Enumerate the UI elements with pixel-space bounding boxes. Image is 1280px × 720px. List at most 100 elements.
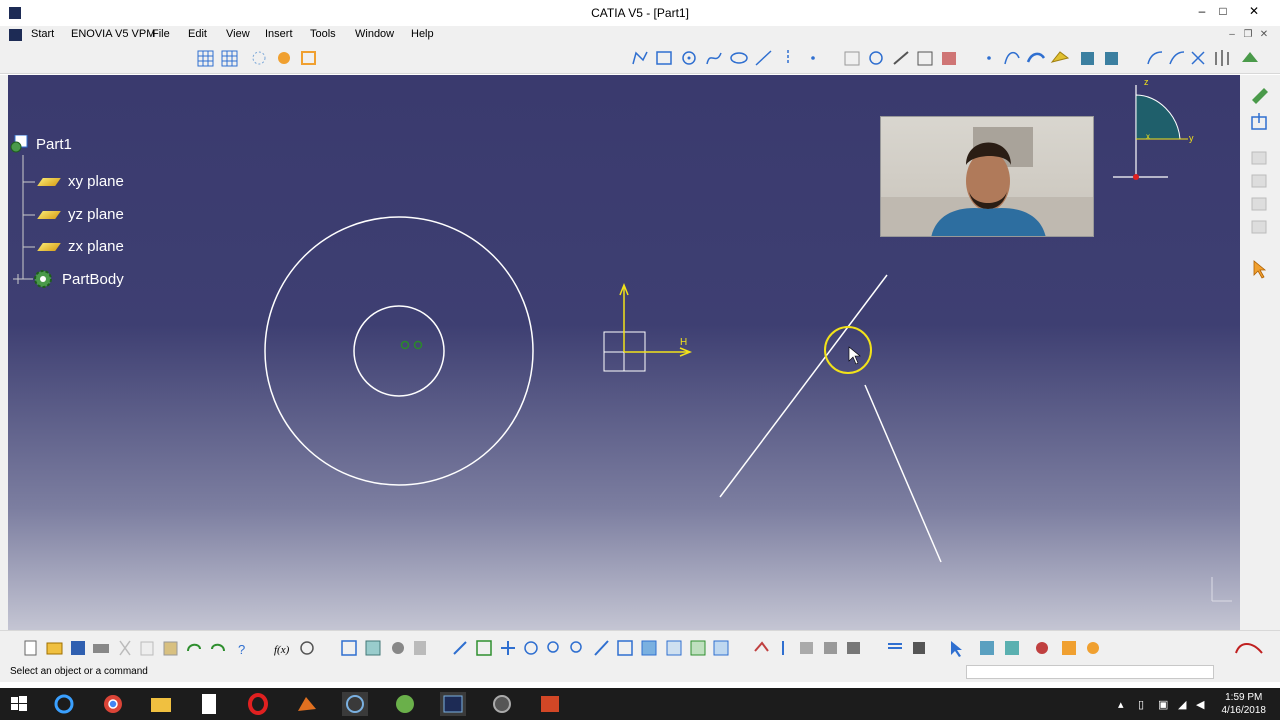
mdi-minimize-icon[interactable]: –	[1225, 29, 1239, 41]
fly-mode-icon[interactable]	[453, 641, 467, 655]
pad-icon[interactable]	[800, 642, 813, 654]
compass-icon[interactable]	[1113, 85, 1188, 180]
cut-plane-icon[interactable]	[365, 640, 381, 656]
media-player-icon[interactable]	[342, 692, 368, 716]
rotate-icon[interactable]	[524, 641, 538, 655]
sketcher-icon[interactable]	[1252, 88, 1268, 104]
mirror-icon[interactable]	[917, 51, 933, 66]
hole-icon[interactable]	[888, 643, 902, 649]
menu-file[interactable]: File	[152, 28, 170, 40]
redo-icon[interactable]	[211, 643, 225, 652]
normal-view-icon[interactable]	[594, 640, 609, 656]
opera-icon[interactable]	[245, 692, 271, 716]
spline-icon[interactable]	[706, 52, 722, 65]
circle-icon[interactable]	[682, 51, 696, 65]
constraint-icon[interactable]	[754, 641, 769, 652]
shading-icon[interactable]	[666, 640, 682, 656]
tool-icon-5[interactable]	[1251, 197, 1267, 211]
boundary-icon[interactable]	[1081, 52, 1094, 65]
corner-3d-icon[interactable]	[1147, 51, 1163, 65]
formula-icon[interactable]: f(x)	[274, 644, 290, 656]
utorrent-icon[interactable]	[392, 692, 418, 716]
connect-curve-icon[interactable]	[1169, 51, 1185, 65]
shape-icon[interactable]	[1005, 641, 1019, 655]
measure-icon[interactable]	[392, 642, 404, 654]
new-file-icon[interactable]	[24, 640, 37, 656]
camera-app-icon[interactable]	[489, 692, 515, 716]
tool-icon-3[interactable]	[1251, 151, 1267, 165]
powerpoint-icon[interactable]	[537, 692, 563, 716]
surface-icon[interactable]	[1026, 52, 1046, 63]
analysis-icon[interactable]	[414, 641, 426, 655]
symmetry-icon[interactable]	[1215, 50, 1229, 66]
print-icon[interactable]	[93, 644, 109, 653]
tray-security-icon[interactable]: ▣	[1158, 698, 1168, 711]
menu-view[interactable]: View	[226, 28, 250, 40]
tool-icon-6[interactable]	[1251, 220, 1267, 234]
menu-window[interactable]: Window	[355, 28, 394, 40]
swap-visible-icon[interactable]	[713, 640, 729, 656]
project-3d-icon[interactable]	[869, 51, 883, 65]
point-icon[interactable]	[811, 56, 815, 60]
profile-line-1[interactable]	[719, 274, 888, 498]
tray-volume-icon[interactable]: ◀	[1196, 698, 1204, 711]
material-icon[interactable]	[1036, 642, 1048, 654]
iso-view-icon[interactable]	[641, 640, 657, 656]
close-button[interactable]: ✕	[1240, 0, 1268, 22]
copy-icon[interactable]	[140, 641, 154, 656]
construction-element-icon[interactable]	[252, 51, 266, 65]
blank-document-icon[interactable]	[196, 692, 222, 716]
dimensional-constraints-icon[interactable]	[301, 51, 316, 65]
menu-help[interactable]: Help	[411, 28, 434, 40]
rectangle-icon[interactable]	[656, 51, 672, 65]
trim-icon[interactable]	[893, 51, 909, 65]
tray-network-icon[interactable]: ◢	[1178, 698, 1186, 711]
zoom-out-icon[interactable]	[570, 641, 582, 653]
internet-explorer-icon[interactable]	[51, 692, 77, 716]
mdi-close-icon[interactable]: ✕	[1257, 29, 1271, 41]
mdi-restore-icon[interactable]: ❐	[1241, 29, 1255, 41]
select-arrow-icon[interactable]	[1253, 260, 1267, 279]
outer-circle[interactable]	[264, 216, 534, 486]
render-icon[interactable]	[1087, 642, 1099, 654]
hide-show-icon[interactable]	[690, 640, 706, 656]
open-folder-icon[interactable]	[46, 642, 63, 655]
knowledge-icon[interactable]	[300, 641, 314, 655]
grid-icon[interactable]	[197, 50, 214, 67]
matlab-icon[interactable]	[294, 692, 320, 716]
cut-icon[interactable]	[119, 640, 131, 656]
line-icon[interactable]	[755, 50, 772, 66]
zoom-in-icon[interactable]	[547, 641, 559, 653]
command-input[interactable]	[966, 665, 1214, 679]
whats-this-icon[interactable]: ?	[238, 642, 245, 657]
profile-icon[interactable]	[632, 51, 648, 65]
catia-taskbar-icon[interactable]	[440, 692, 466, 716]
menu-start[interactable]: Start	[4, 26, 56, 44]
paste-icon[interactable]	[163, 641, 178, 656]
fit-all-icon[interactable]	[476, 640, 492, 656]
menu-edit[interactable]: Edit	[188, 28, 207, 40]
pan-icon[interactable]	[501, 641, 515, 655]
tool-icon-4[interactable]	[1251, 174, 1267, 188]
pocket-icon[interactable]	[824, 642, 837, 654]
join-icon[interactable]	[1105, 52, 1118, 65]
select-tool-icon[interactable]	[951, 641, 962, 657]
windows-start-icon[interactable]	[5, 688, 35, 720]
shaft-icon[interactable]	[847, 642, 860, 654]
tray-expand-icon[interactable]: ▴	[1118, 698, 1124, 711]
menu-enovia[interactable]: ENOVIA V5 VPM	[71, 28, 155, 40]
wireframe-point-icon[interactable]	[987, 56, 991, 60]
table-icon[interactable]	[341, 640, 357, 656]
tray-device-icon[interactable]: ▯	[1138, 698, 1144, 711]
rib-icon[interactable]	[913, 642, 925, 654]
ellipse-icon[interactable]	[730, 52, 748, 64]
file-explorer-icon[interactable]	[148, 692, 174, 716]
menu-tools[interactable]: Tools	[310, 28, 336, 40]
extrude-icon[interactable]	[1050, 51, 1070, 63]
system-clock[interactable]: 1:59 PM 4/16/2018	[1222, 691, 1267, 717]
menu-insert[interactable]: Insert	[265, 28, 293, 40]
geometrical-constraints-icon[interactable]	[278, 52, 290, 64]
chrome-icon[interactable]	[100, 692, 126, 716]
undo-icon[interactable]	[187, 643, 201, 652]
catalog-icon[interactable]	[980, 641, 994, 655]
